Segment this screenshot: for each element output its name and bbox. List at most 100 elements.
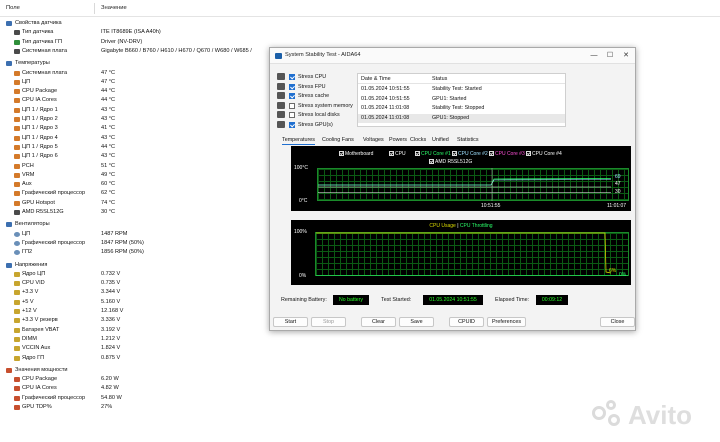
tree-value: 49 °C — [101, 171, 116, 178]
stress-option-label[interactable]: Stress cache — [298, 93, 329, 99]
tree-item[interactable]: ЦП 1487 RPM — [0, 230, 272, 239]
stress-checkbox[interactable] — [289, 93, 295, 100]
preferences-button[interactable]: Preferences — [487, 317, 526, 327]
log-row[interactable]: 01.05.2024 10:51:55 GPU1: Started — [358, 95, 565, 104]
column-divider[interactable] — [94, 3, 95, 14]
stress-option-label[interactable]: Stress GPU(s) — [298, 122, 333, 128]
stress-checkbox[interactable] — [289, 102, 295, 109]
tree-value: 1847 RPM (50%) — [101, 239, 144, 246]
tree-group[interactable]: Свойства датчика — [0, 19, 272, 28]
tree-item[interactable]: CPU IA Cores 4.82 W — [0, 384, 272, 393]
stress-checkbox[interactable] — [289, 74, 295, 80]
tree-item[interactable]: Графический процессор 62 °C — [0, 189, 272, 198]
tree-value: 44 °C — [101, 143, 116, 150]
tree-item[interactable]: Ядро ГП 0.875 V — [0, 354, 272, 363]
tab-unified[interactable]: Unified — [432, 136, 449, 145]
log-date-header[interactable]: Date & Time — [361, 76, 391, 82]
tree-item[interactable]: CPU Package 6.20 W — [0, 375, 272, 384]
log-header: Date & Time Status — [358, 74, 565, 84]
tree-group[interactable]: Напряжения — [0, 261, 272, 270]
stress-checkbox[interactable] — [289, 122, 295, 128]
tree-item[interactable]: CPU Package 44 °C — [0, 87, 272, 96]
tree-value: 43 °C — [101, 134, 116, 141]
save-button[interactable]: Save — [399, 317, 434, 327]
tree-item[interactable]: CPU VID 0.735 V — [0, 279, 272, 288]
tree-item[interactable]: ЦП 47 °C — [0, 78, 272, 87]
minimize-button[interactable]: — — [587, 50, 601, 61]
cpu-usage-line — [316, 232, 612, 274]
tree-item[interactable]: +12 V 12.168 V — [0, 307, 272, 316]
cpuid-button[interactable]: CPUID — [449, 317, 484, 327]
tree-item[interactable]: Тип датчика ГП Driver (NV-DRV) — [0, 38, 272, 47]
tree-item[interactable]: VRM 49 °C — [0, 171, 272, 180]
tree-item[interactable]: ЦП 1 / Ядро 3 41 °C — [0, 124, 272, 133]
tree-label: Напряжения — [15, 261, 48, 268]
window-close-button[interactable]: ✕ — [619, 50, 633, 61]
elapsed-time-value: 00:09:12 — [536, 295, 568, 305]
log-row[interactable]: 01.05.2024 11:01:08 Stability Test: Stopp… — [358, 104, 565, 113]
stress-option-label[interactable]: Stress local disks — [298, 112, 340, 118]
log-row[interactable]: 01.05.2024 11:01:08 GPU1: Stopped — [358, 113, 565, 123]
tree-group[interactable]: Температуры — [0, 59, 272, 68]
tree-item[interactable]: Системная плата Gigabyte B660 / B760 / H6… — [0, 47, 272, 56]
log-row[interactable]: 01.05.2024 10:51:55 Stability Test: Start… — [358, 85, 565, 94]
stress-option-label[interactable]: Stress system memory — [298, 103, 353, 109]
fan-icon — [14, 231, 20, 237]
tab-cooling-fans[interactable]: Cooling Fans — [322, 136, 354, 145]
cpu-usage-graph: CPU Usage | CPU Throttling 100% 0% 6% 0% — [291, 220, 631, 285]
stress-option: Stress local disks — [276, 110, 358, 120]
tree-value: 74 °C — [101, 199, 116, 206]
tab-statistics[interactable]: Statistics — [457, 136, 479, 145]
tree-item[interactable]: +3.3 V резерв 3.336 V — [0, 316, 272, 325]
tree-item[interactable]: ГП2 1856 RPM (50%) — [0, 248, 272, 257]
tree-item[interactable]: Ядро ЦП 0.732 V — [0, 270, 272, 279]
tree-group[interactable]: Значения мощности — [0, 366, 272, 375]
tree-item[interactable]: Тип датчика ITE IT8689E (ISA A40h) — [0, 28, 272, 37]
tree-item[interactable]: Системная плата 47 °C — [0, 69, 272, 78]
tab-temperatures[interactable]: Temperatures — [282, 136, 315, 145]
tree-item[interactable]: CPU IA Cores 44 °C — [0, 96, 272, 105]
tree-item[interactable]: ЦП 1 / Ядро 2 43 °C — [0, 115, 272, 124]
tree-item[interactable]: VCCIN Aux 1.824 V — [0, 344, 272, 353]
clear-button[interactable]: Clear — [361, 317, 396, 327]
stress-option-label[interactable]: Stress CPU — [298, 74, 326, 80]
tree-item[interactable]: ЦП 1 / Ядро 1 43 °C — [0, 106, 272, 115]
tree-item[interactable]: ЦП 1 / Ядро 5 44 °C — [0, 143, 272, 152]
field-column-header[interactable]: Поле — [6, 5, 20, 11]
maximize-button[interactable]: ☐ — [603, 50, 617, 61]
tree-item[interactable]: Батарея VBAT 3.192 V — [0, 326, 272, 335]
stress-checkbox[interactable] — [289, 83, 295, 90]
tree-item[interactable]: AMD R5SL512G 30 °C — [0, 208, 272, 217]
tree-item[interactable]: ЦП 1 / Ядро 4 43 °C — [0, 134, 272, 143]
tree-value: 1.824 V — [101, 345, 121, 352]
tree-item[interactable]: Графический процессор 1847 RPM (50%) — [0, 239, 272, 248]
tab-powers[interactable]: Powers — [389, 136, 407, 145]
temperature-graph: Motherboard CPU CPU Core #1 CPU Core #2 CPU … — [291, 146, 631, 211]
window-titlebar[interactable]: System Stability Test - AIDA64 — ☐ ✕ — [270, 48, 635, 64]
core2-temp-line — [318, 179, 612, 186]
tree-label: Вентиляторы — [15, 221, 50, 228]
value-column-header[interactable]: Значение — [101, 5, 127, 11]
tree-item[interactable]: +5 V 5.160 V — [0, 298, 272, 307]
stress-option-label[interactable]: Stress FPU — [298, 84, 326, 90]
tree-group[interactable]: Вентиляторы — [0, 220, 272, 229]
tree-item[interactable]: PCH 51 °C — [0, 162, 272, 171]
tab-voltages[interactable]: Voltages — [363, 136, 384, 145]
stress-option: Stress system memory — [276, 101, 358, 111]
tree-item[interactable]: Aux 60 °C — [0, 180, 272, 189]
tree-label: ЦП 1 / Ядро 3 — [22, 125, 58, 132]
tree-label: CPU IA Cores — [22, 97, 57, 104]
stop-button[interactable]: Stop — [311, 317, 346, 327]
stress-checkbox[interactable] — [289, 112, 295, 119]
tree-item[interactable]: DIMM 1.212 V — [0, 335, 272, 344]
tree-item[interactable]: GPU TDP% 27% — [0, 403, 272, 412]
tree-value: 3.344 V — [101, 289, 121, 296]
tree-item[interactable]: ЦП 1 / Ядро 6 43 °C — [0, 152, 272, 161]
log-status-header[interactable]: Status — [432, 76, 447, 82]
tree-item[interactable]: +3.3 V 3.344 V — [0, 288, 272, 297]
tree-item[interactable]: GPU Hotspot 74 °C — [0, 199, 272, 208]
tree-item[interactable]: Графический процессор 54.80 W — [0, 394, 272, 403]
start-button[interactable]: Start — [273, 317, 308, 327]
close-button[interactable]: Close — [600, 317, 635, 327]
tab-clocks[interactable]: Clocks — [410, 136, 426, 145]
